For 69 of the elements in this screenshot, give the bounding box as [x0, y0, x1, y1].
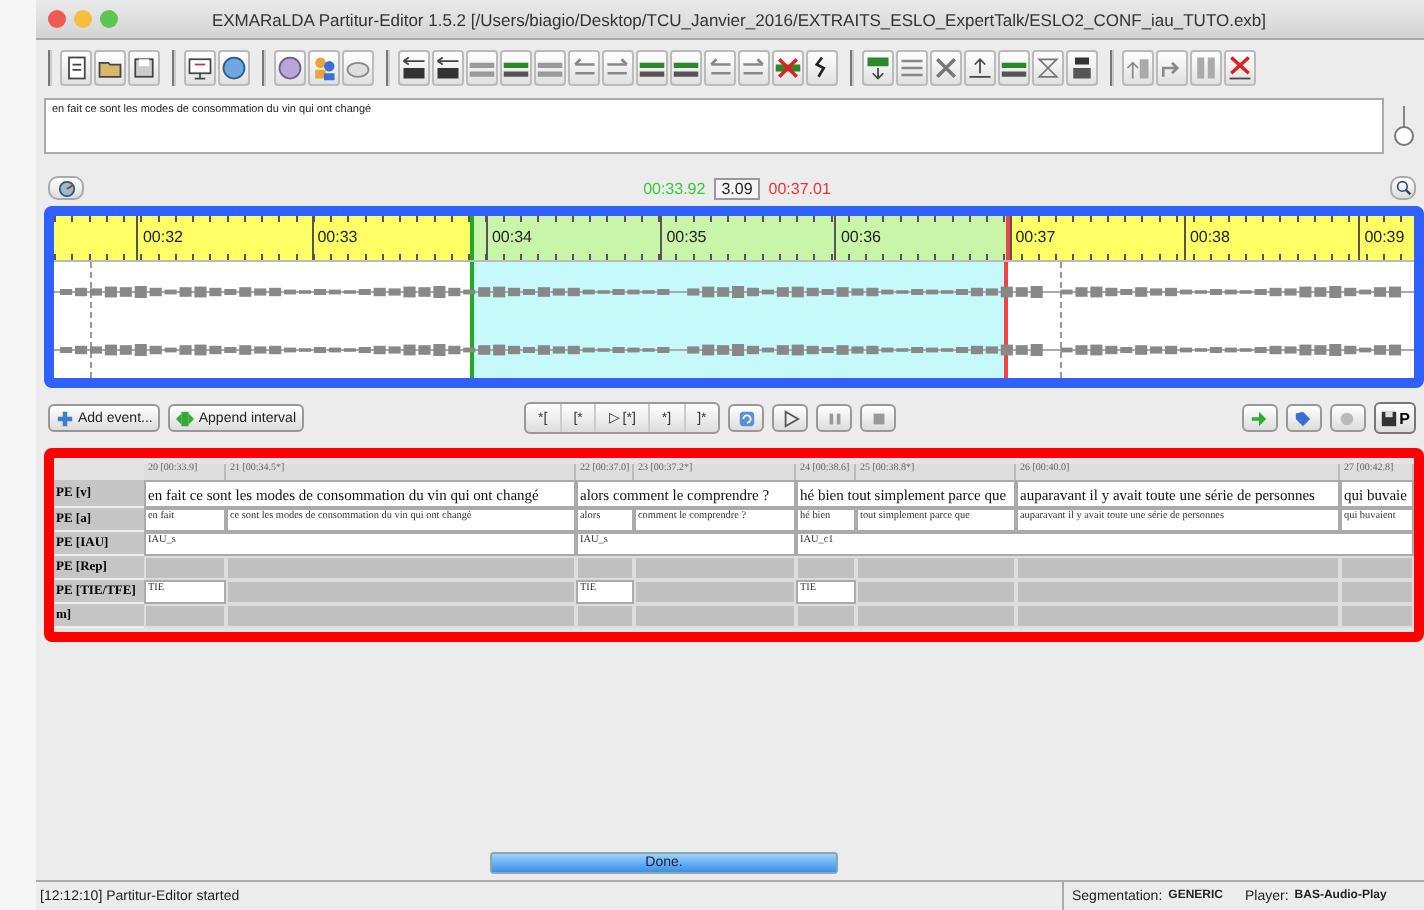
stop-button[interactable] [860, 404, 897, 432]
toolbar-button[interactable] [184, 50, 216, 86]
speed-button[interactable] [48, 176, 84, 200]
document-icon [62, 54, 90, 82]
slider-knob-icon[interactable] [1392, 104, 1416, 148]
ruler-label: 00:34 [489, 228, 532, 246]
plus-icon [56, 409, 74, 427]
stop-icon [869, 409, 888, 427]
toolbar-button[interactable] [636, 50, 668, 86]
monitor-icon [186, 54, 214, 82]
ruler-label: 00:36 [838, 228, 881, 246]
ruler-label: 00:32 [140, 228, 183, 246]
ruler-label: 00:37 [1013, 228, 1056, 246]
time-ruler[interactable]: 00:32 00:33 00:34 00:35 00:36 00:37 00:38 00:39 [54, 216, 1414, 262]
columns-icon [1192, 54, 1220, 82]
toolbar-button[interactable] [998, 50, 1030, 86]
selection-end-time: 00:37.01 [768, 179, 831, 197]
ruler-label: 00:33 [315, 228, 358, 246]
people-icon [310, 54, 338, 82]
stack-icon [1068, 54, 1096, 82]
toolbar-button[interactable] [964, 50, 996, 86]
delete-icon [774, 54, 802, 82]
toolbar-button[interactable] [1066, 50, 1098, 86]
play-icon [781, 409, 800, 427]
toolbar-button[interactable] [432, 50, 464, 86]
text-arrow-icon [434, 54, 462, 82]
circle-icon [276, 54, 304, 82]
mode-button[interactable]: P [1373, 402, 1416, 434]
tag-icon-button[interactable] [1285, 404, 1322, 432]
lines-icon [898, 54, 926, 82]
toolbar-button[interactable] [128, 50, 160, 86]
cross-icon [932, 54, 960, 82]
play-button[interactable] [772, 404, 809, 432]
loop-button[interactable] [728, 404, 765, 432]
gauge-icon [57, 179, 75, 197]
record-button[interactable] [1329, 404, 1366, 432]
text-arrow-icon [400, 54, 428, 82]
toolbar-button[interactable] [500, 50, 532, 86]
tag-icon [1294, 409, 1313, 427]
arrow-icon-button[interactable] [1241, 404, 1278, 432]
toolbar-button[interactable] [806, 50, 838, 86]
search-button[interactable] [1390, 176, 1416, 200]
hourglass-icon [1034, 54, 1062, 82]
down-arrow-icon [864, 54, 892, 82]
ruler-label: 00:35 [664, 228, 707, 246]
up-arrow-icon [1124, 54, 1152, 82]
pause-icon [825, 409, 844, 427]
ruler-label: 00:38 [1187, 228, 1230, 246]
toolbar-button[interactable] [862, 50, 894, 86]
toolbar-button[interactable] [398, 50, 430, 86]
up-arrow-icon [966, 54, 994, 82]
right-arrow-icon [1250, 409, 1269, 427]
delete-icon [1226, 54, 1254, 82]
close-button[interactable] [48, 10, 66, 28]
loop-icon [737, 409, 756, 427]
toolbar-button[interactable] [218, 50, 250, 86]
toolbar-button[interactable] [60, 50, 92, 86]
timeline-panel[interactable]: 00:32 00:33 00:34 00:35 00:36 00:37 00:38 00:39 [44, 206, 1424, 388]
window-title: EXMARaLDA Partitur-Editor 1.5.2 [/Users/biagio/Desktop/TCU_Janvier_2016/EXTRAITS_ESLO_ExpertTalk/ESLO2_CONF_iau_TUTO.exb] [209, 9, 1269, 29]
search-icon [1395, 180, 1411, 196]
ruler-label: 00:39 [1362, 228, 1405, 246]
selection-start-time: 00:33.92 [643, 179, 706, 197]
save-icon [130, 54, 158, 82]
selection-length: 3.09 [713, 177, 761, 199]
toolbar-button[interactable] [670, 50, 702, 86]
record-icon [1338, 409, 1357, 427]
toolbar-button[interactable] [94, 50, 126, 86]
globe-icon [220, 54, 248, 82]
interval-icon [176, 409, 195, 427]
